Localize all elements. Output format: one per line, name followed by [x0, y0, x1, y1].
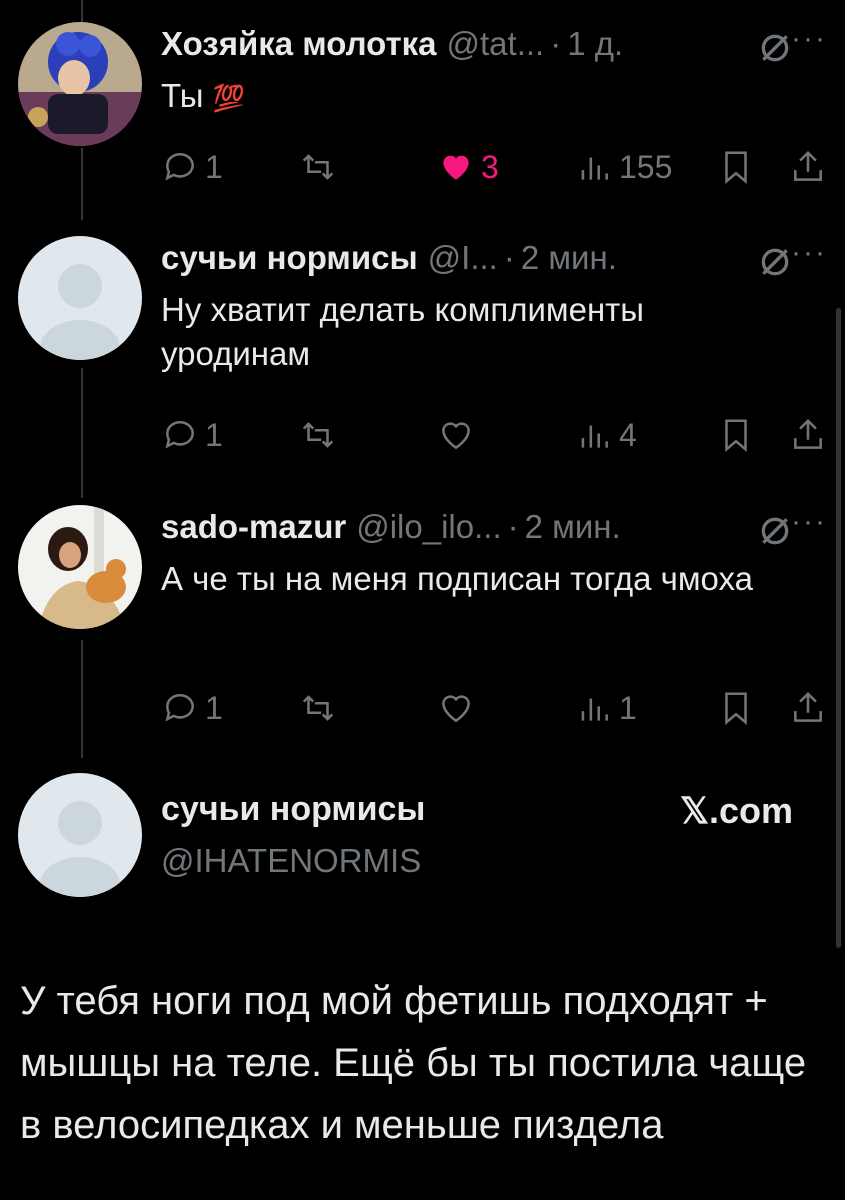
retweet-icon	[302, 695, 334, 721]
bookmark-icon	[725, 151, 747, 184]
heart-icon	[442, 422, 470, 450]
retweet-button[interactable]	[299, 144, 337, 190]
more-icon[interactable]: ···	[791, 505, 827, 539]
retweet-icon	[302, 422, 334, 448]
views-count: 4	[619, 416, 637, 453]
heart-icon	[443, 155, 469, 180]
thread-line	[81, 148, 83, 220]
views-button[interactable]: 1	[575, 685, 637, 731]
avatar[interactable]	[18, 22, 142, 146]
views-icon	[581, 425, 608, 448]
author-handle[interactable]: @I...	[428, 239, 498, 277]
share-icon	[794, 418, 822, 449]
views-icon	[581, 157, 608, 180]
author-handle[interactable]: @ilo_ilo...	[356, 508, 501, 546]
heart-icon	[442, 695, 470, 723]
action-bar: 1 4	[161, 412, 831, 458]
x-com-logo: 𝕏.com	[679, 790, 793, 831]
tweet-text-content: Ты	[161, 77, 204, 114]
card-avatar[interactable]	[18, 773, 142, 897]
views-icon	[581, 698, 608, 721]
views-count: 1	[619, 689, 637, 726]
avatar[interactable]	[18, 236, 142, 360]
author-name[interactable]: Хозяйка молотка	[161, 25, 437, 63]
action-bar: 1 3 155	[161, 144, 831, 190]
views-button[interactable]: 4	[575, 412, 637, 458]
reply-button[interactable]: 1	[161, 685, 223, 731]
thread-line	[81, 368, 83, 498]
tweet-header: сучьи нормисы @I... · 2 мин.	[161, 236, 827, 280]
bookmark-button[interactable]	[717, 412, 755, 458]
bookmark-button[interactable]	[717, 685, 755, 731]
bookmark-button[interactable]	[717, 144, 755, 190]
tweet-header: Хозяйка молотка @tat... · 1 д.	[161, 22, 827, 66]
share-button[interactable]	[789, 685, 827, 731]
share-button[interactable]	[789, 144, 827, 190]
reply-count: 1	[205, 148, 223, 185]
views-button[interactable]: 155	[575, 144, 672, 190]
separator-dot: ·	[550, 25, 562, 62]
reply-count: 1	[205, 416, 223, 453]
tweet-text: Ну хватит делать комплименты уродинам	[161, 291, 644, 372]
like-button[interactable]: 3	[437, 144, 499, 190]
like-button[interactable]	[437, 685, 475, 731]
reply-icon	[165, 152, 194, 181]
reply-button[interactable]: 1	[161, 144, 223, 190]
bookmark-icon	[725, 419, 747, 452]
tweet-text: А че ты на меня подписан тогда чмоха	[161, 560, 754, 597]
grok-icon[interactable]	[755, 511, 795, 551]
separator-dot: ·	[503, 239, 515, 276]
retweet-icon	[302, 154, 334, 180]
like-count: 3	[481, 148, 499, 185]
share-icon	[794, 150, 822, 181]
reply-count: 1	[205, 689, 223, 726]
tweet-text: Ты 💯	[161, 74, 801, 120]
timestamp[interactable]: 1 д.	[567, 25, 623, 63]
card-author-name: сучьи нормисы	[161, 790, 426, 828]
more-icon[interactable]: ···	[791, 236, 827, 270]
author-name[interactable]: sado-mazur	[161, 508, 346, 546]
avatar[interactable]	[18, 505, 142, 629]
author-name[interactable]: сучьи нормисы	[161, 239, 418, 277]
share-button[interactable]	[789, 412, 827, 458]
thread-line	[81, 0, 83, 24]
share-icon	[794, 691, 822, 722]
views-count: 155	[619, 148, 673, 185]
more-icon[interactable]: ···	[791, 22, 827, 56]
scrollbar[interactable]	[836, 308, 841, 948]
thread-line	[81, 640, 83, 758]
action-bar: 1 1	[161, 685, 831, 731]
reply-button[interactable]: 1	[161, 412, 223, 458]
author-handle[interactable]: @tat...	[447, 25, 545, 63]
reply-icon	[165, 420, 194, 449]
like-button[interactable]	[437, 412, 475, 458]
timestamp[interactable]: 2 мин.	[521, 239, 617, 277]
hundred-emoji: 💯	[212, 83, 245, 113]
card-author-handle: @IHATENORMIS	[161, 842, 422, 879]
grok-icon[interactable]	[755, 242, 795, 282]
reply-icon	[165, 693, 194, 722]
retweet-button[interactable]	[299, 685, 337, 731]
timestamp[interactable]: 2 мин.	[525, 508, 621, 546]
retweet-button[interactable]	[299, 412, 337, 458]
bookmark-icon	[725, 692, 747, 725]
separator-dot: ·	[507, 508, 519, 545]
card-text: У тебя ноги под мой фетишь подходят + мы…	[20, 979, 807, 1147]
tweet-header: sado-mazur @ilo_ilo... · 2 мин.	[161, 505, 827, 549]
grok-icon[interactable]	[755, 28, 795, 68]
